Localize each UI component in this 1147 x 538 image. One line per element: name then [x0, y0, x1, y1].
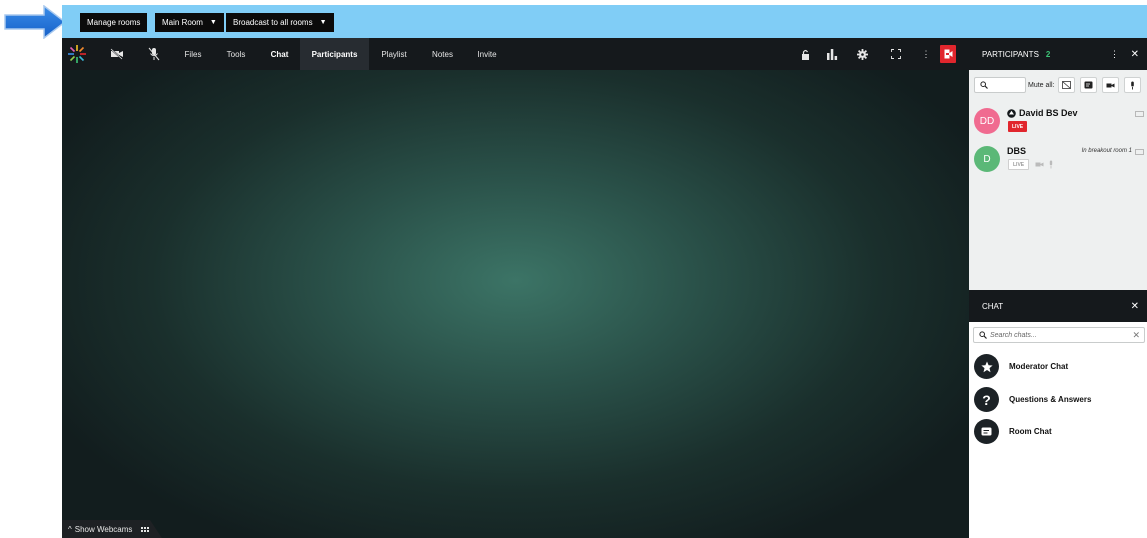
close-icon[interactable]: ✕ [1131, 49, 1139, 60]
question-icon: ? [974, 387, 999, 412]
participant-name: DBS [1007, 146, 1027, 156]
main-toolbar: Files Tools Chat Participants Playlist N… [62, 38, 969, 70]
mute-all-microphones-button[interactable] [1124, 77, 1141, 93]
microphone-off-icon [1049, 160, 1053, 169]
tab-playlist[interactable]: Playlist [375, 38, 413, 70]
chat-item-label: Room Chat [1009, 427, 1052, 436]
fullscreen-icon[interactable] [888, 38, 904, 70]
mute-all-cameras-button[interactable] [1102, 77, 1119, 93]
show-webcams-label: Show Webcams [74, 524, 133, 534]
broadcast-label: Broadcast to all rooms [233, 18, 313, 27]
app-window: Manage rooms Main Room ▼ Broadcast to al… [0, 0, 1147, 538]
room-select-dropdown[interactable]: Main Room ▼ [155, 13, 224, 32]
tab-tools-label: Tools [226, 49, 246, 59]
chat-item-room-chat[interactable]: Room Chat [974, 419, 1144, 444]
exit-icon [944, 49, 952, 59]
chat-item-label: Moderator Chat [1009, 362, 1069, 371]
participant-name: David BS Dev [1019, 108, 1078, 118]
chat-item-questions[interactable]: ? Questions & Answers [974, 387, 1144, 412]
chat-search-input[interactable]: Search chats... ✕ [973, 327, 1145, 343]
participant-row[interactable]: D DBS In breakout room 1 LIVE [974, 146, 1144, 178]
tab-chat[interactable]: Chat [261, 38, 298, 70]
manage-rooms-button[interactable]: Manage rooms [80, 13, 148, 32]
participants-title: PARTICIPANTS [982, 49, 1039, 59]
search-icon [979, 331, 987, 339]
app-logo-icon [65, 38, 89, 70]
tab-invite[interactable]: Invite [470, 38, 504, 70]
tab-playlist-label: Playlist [381, 49, 407, 59]
poll-chart-icon[interactable] [824, 38, 840, 70]
tab-files-label: Files [184, 49, 202, 59]
screen-icon[interactable] [1135, 149, 1144, 156]
search-icon [980, 81, 988, 89]
live-badge: LIVE [1008, 159, 1030, 170]
camera-off-icon[interactable] [107, 38, 127, 70]
sidebar: PARTICIPANTS 2 ⋮ ✕ Mute all: DD David BS… [969, 38, 1147, 538]
moderator-badge-icon [1007, 108, 1016, 118]
breakout-bar: Manage rooms Main Room ▼ Broadcast to al… [62, 5, 1147, 38]
mute-all-screens-button[interactable] [1058, 77, 1075, 93]
chat-item-label: Questions & Answers [1009, 395, 1092, 404]
participant-row[interactable]: DD David BS Dev LIVE [974, 108, 1144, 140]
lock-icon[interactable] [797, 38, 813, 70]
caret-down-icon: ▼ [209, 19, 217, 26]
microphone-off-icon[interactable] [144, 38, 164, 70]
chat-item-moderator[interactable]: Moderator Chat [974, 354, 1144, 379]
room-select-label: Main Room [162, 18, 203, 27]
presentation-stage [62, 70, 969, 538]
broadcast-dropdown[interactable]: Broadcast to all rooms ▼ [226, 13, 334, 32]
screen-icon[interactable] [1135, 111, 1144, 118]
caret-down-icon: ▼ [319, 19, 327, 26]
participant-name-row: David BS Dev [1007, 108, 1078, 118]
show-webcams-button[interactable]: ^ Show Webcams [62, 520, 162, 538]
avatar: D [974, 146, 1000, 172]
live-badge: LIVE [1008, 121, 1028, 132]
manage-rooms-label: Manage rooms [87, 18, 141, 27]
tab-participants[interactable]: Participants [300, 38, 369, 70]
mute-all-label: Mute all: [1028, 81, 1055, 89]
participants-header: PARTICIPANTS 2 ⋮ ✕ [969, 38, 1147, 70]
participant-search-input[interactable] [974, 77, 1026, 93]
participants-count: 2 [1045, 49, 1051, 59]
chat-header: CHAT ✕ [969, 290, 1147, 322]
screen-off-icon [1062, 81, 1071, 89]
participants-panel: Mute all: DD David BS Dev LIVE D DBS In … [969, 70, 1147, 290]
close-icon[interactable]: ✕ [1131, 301, 1139, 312]
star-icon [974, 354, 999, 379]
more-vertical-icon[interactable]: ⋮ [1110, 49, 1119, 60]
arrow-pointer-icon [4, 5, 66, 39]
chat-icon [1084, 81, 1093, 89]
caret-up-icon: ^ [68, 524, 72, 534]
breakout-room-note: In breakout room 1 [1081, 148, 1132, 154]
mute-all-chat-button[interactable] [1080, 77, 1097, 93]
tab-notes-label: Notes [432, 49, 453, 59]
tab-chat-label: Chat [270, 49, 289, 59]
chat-bubble-icon [974, 419, 999, 444]
tab-invite-label: Invite [477, 49, 497, 59]
leave-room-button[interactable] [940, 45, 956, 63]
more-vertical-icon[interactable]: ⋮ [918, 38, 934, 70]
camera-icon [1106, 83, 1115, 87]
clear-icon[interactable]: ✕ [1132, 330, 1140, 341]
tab-tools[interactable]: Tools [220, 38, 252, 70]
grid-layout-icon[interactable] [141, 526, 150, 532]
microphone-icon [1131, 81, 1134, 89]
tab-participants-label: Participants [311, 49, 358, 59]
settings-gear-icon[interactable] [854, 38, 870, 70]
tab-files[interactable]: Files [178, 38, 208, 70]
avatar: DD [974, 108, 1000, 134]
chat-title: CHAT [982, 301, 1004, 311]
chat-search-placeholder: Search chats... [990, 331, 1037, 339]
camera-off-icon [1035, 162, 1044, 167]
tab-notes[interactable]: Notes [425, 38, 460, 70]
